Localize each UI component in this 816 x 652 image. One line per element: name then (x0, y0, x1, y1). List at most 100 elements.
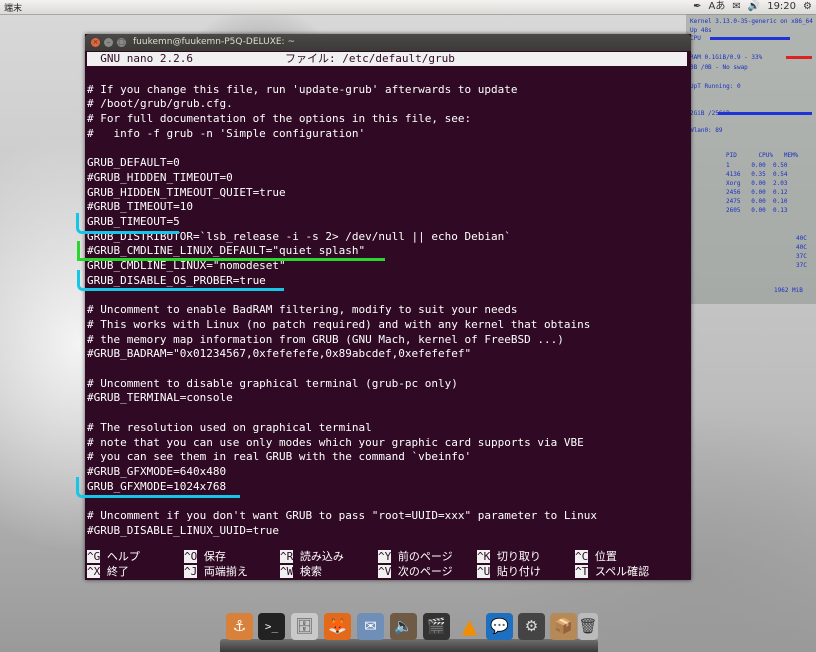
file-line[interactable]: # /boot/grub/grub.cfg. (87, 97, 233, 111)
conky-net: Wlan0: 89 (690, 127, 723, 134)
shortcut-label: 前のページ (397, 550, 453, 563)
shortcut-label: 検索 (299, 565, 322, 578)
shortcut-key: ^C (575, 550, 589, 563)
file-line[interactable]: GRUB_DEFAULT=0 (87, 156, 180, 170)
shortcut-item: ^W 検索 (280, 565, 322, 579)
close-button[interactable]: × (91, 38, 100, 47)
archive-icon[interactable]: 📦 (550, 613, 577, 640)
shortcut-key: ^K (477, 550, 491, 563)
file-line[interactable]: # If you change this file, run 'update-g… (87, 83, 517, 97)
shortcut-key: ^U (477, 565, 491, 578)
shortcut-key: ^J (184, 565, 198, 578)
dock-shelf (220, 639, 598, 652)
file-line[interactable]: # Uncomment if you don't want GRUB to pa… (87, 509, 597, 523)
file-line[interactable]: #GRUB_TERMINAL=console (87, 391, 233, 405)
shortcut-item: ^T スペル確認 (575, 565, 649, 579)
proc-row: 4136 0.35 0.54 (726, 171, 788, 178)
mail-icon[interactable]: ✉ (732, 0, 740, 14)
file-line[interactable]: #GRUB_CMDLINE_LINUX_DEFAULT="quiet splas… (87, 244, 365, 258)
clock[interactable]: 19:20 (767, 0, 796, 14)
settings-gear-icon[interactable]: ⚙ (803, 0, 812, 14)
firefox-icon[interactable]: 🦊 (324, 613, 351, 640)
file-line[interactable]: #GRUB_BADRAM="0x01234567,0xfefefefe,0x89… (87, 347, 471, 361)
files-icon[interactable]: 🗄 (291, 613, 318, 640)
file-line[interactable]: # This works with Linux (no patch requir… (87, 318, 590, 332)
conky-uptime: Up 48s (690, 27, 712, 34)
shortcut-key: ^R (280, 550, 294, 563)
shortcut-item: ^U 貼り付け (477, 565, 541, 579)
file-line[interactable]: #GRUB_DISABLE_LINUX_UUID=true (87, 524, 279, 538)
cpu-bar (710, 37, 790, 40)
conky-mem: RAM 0.1GiB/0.9 - 33% (690, 54, 763, 61)
dock: ⚓ >_ 🗄 🦊 ✉ 🔈 🎬 ▲ 💬 ⚙ 📦 🗑 (220, 609, 598, 652)
proc-row: 2475 0.00 0.10 (726, 198, 788, 205)
speaker-icon[interactable]: 🔈 (390, 613, 417, 640)
shortcut-key: ^O (184, 550, 198, 563)
shortcut-label: 保存 (203, 550, 226, 563)
shortcut-item: ^G ヘルプ (87, 550, 140, 564)
film-clapper-icon[interactable]: 🎬 (423, 613, 450, 640)
shortcut-item: ^K 切り取り (477, 550, 541, 564)
file-line[interactable]: # the memory map information from GRUB (… (87, 333, 564, 347)
terminal-window[interactable]: × – □ fuukemn@fuukemn-P5Q-DELUXE: ~ GNU … (76, 34, 691, 580)
window-titlebar[interactable]: × – □ fuukemn@fuukemn-P5Q-DELUXE: ~ (85, 34, 691, 51)
shortcut-item: ^V 次のページ (378, 565, 453, 579)
shortcut-item: ^Y 前のページ (378, 550, 453, 564)
proc-row: 2605 0.00 0.13 (726, 207, 788, 214)
conky-cpu: CPU (690, 35, 701, 42)
shortcut-label: 位置 (594, 550, 617, 563)
file-line[interactable]: # For full documentation of the options … (87, 112, 471, 126)
conky-swap: 0B /0B - No swap (690, 64, 748, 71)
proc-header: PID CPU% MEM% (726, 152, 799, 159)
shortcut-key: ^G (87, 550, 101, 563)
terminal-icon[interactable]: >_ (258, 613, 285, 640)
nano-header: GNU nano 2.2.6 ファイル: /etc/default/grub (87, 52, 687, 66)
trash-icon[interactable]: 🗑 (578, 613, 598, 640)
active-app-label[interactable]: 端末 (4, 1, 22, 14)
shortcut-item: ^J 両端揃え (184, 565, 248, 579)
temp-value: 37C (796, 253, 807, 260)
mem-bar (786, 56, 812, 59)
shortcut-label: 終了 (106, 565, 129, 578)
shortcut-key: ^Y (378, 550, 392, 563)
nano-editor[interactable]: GNU nano 2.2.6 ファイル: /etc/default/grub #… (85, 51, 691, 580)
settings-icon[interactable]: ⚙ (518, 613, 545, 640)
file-line[interactable]: # The resolution used on graphical termi… (87, 421, 372, 435)
proc-row: 2456 0.00 0.12 (726, 189, 788, 196)
conky-bottom: 1962 MiB (774, 287, 803, 294)
shortcut-label: 切り取り (496, 550, 541, 563)
conky-kernel: Kernel 3.13.0-35-generic on x86_64 (690, 18, 813, 25)
file-line[interactable]: #GRUB_HIDDEN_TIMEOUT=0 (87, 171, 233, 185)
file-line[interactable]: # Uncomment to enable BadRAM filtering, … (87, 303, 517, 317)
temp-value: 40C (796, 244, 807, 251)
minimize-button[interactable]: – (104, 38, 113, 47)
disk-bar (718, 112, 812, 115)
file-line[interactable]: # Uncomment to disable graphical termina… (87, 377, 458, 391)
highlight-cmdline (77, 258, 385, 261)
shortcut-item: ^C 位置 (575, 550, 617, 564)
shortcut-label: 貼り付け (496, 565, 541, 578)
file-line[interactable]: # info -f grub -n 'Simple configuration' (87, 127, 365, 141)
proc-row: 1 0.00 0.50 (726, 162, 788, 169)
vlc-cone-icon[interactable]: ▲ (456, 613, 483, 640)
top-panel: 端末 ✒ Aあ ✉ 🔊 19:20 ⚙ (0, 0, 816, 15)
file-line[interactable]: # you can see them in real GRUB with the… (87, 450, 471, 464)
shortcut-label: 読み込み (299, 550, 344, 563)
keyboard-layout-icon[interactable]: Aあ (709, 0, 726, 14)
proc-row: Xorg 0.00 2.03 (726, 180, 788, 187)
file-line[interactable]: GRUB_HIDDEN_TIMEOUT_QUIET=true (87, 186, 286, 200)
temp-value: 37C (796, 262, 807, 269)
mail-client-icon[interactable]: ✉ (357, 613, 384, 640)
pen-icon[interactable]: ✒ (693, 0, 701, 14)
shortcut-label: スペル確認 (594, 565, 650, 578)
chat-icon[interactable]: 💬 (486, 613, 513, 640)
conky-procs: UpT Running: 0 (690, 83, 741, 90)
volume-icon[interactable]: 🔊 (748, 0, 760, 14)
shortcut-label: ヘルプ (106, 550, 140, 563)
maximize-button[interactable]: □ (117, 38, 126, 47)
anchor-icon[interactable]: ⚓ (226, 613, 253, 640)
shortcut-item: ^O 保存 (184, 550, 226, 564)
conky-monitor: Kernel 3.13.0-35-generic on x86_64 Up 48… (686, 14, 816, 304)
file-line[interactable]: # note that you can use only modes which… (87, 436, 584, 450)
window-title: fuukemn@fuukemn-P5Q-DELUXE: ~ (133, 37, 295, 47)
